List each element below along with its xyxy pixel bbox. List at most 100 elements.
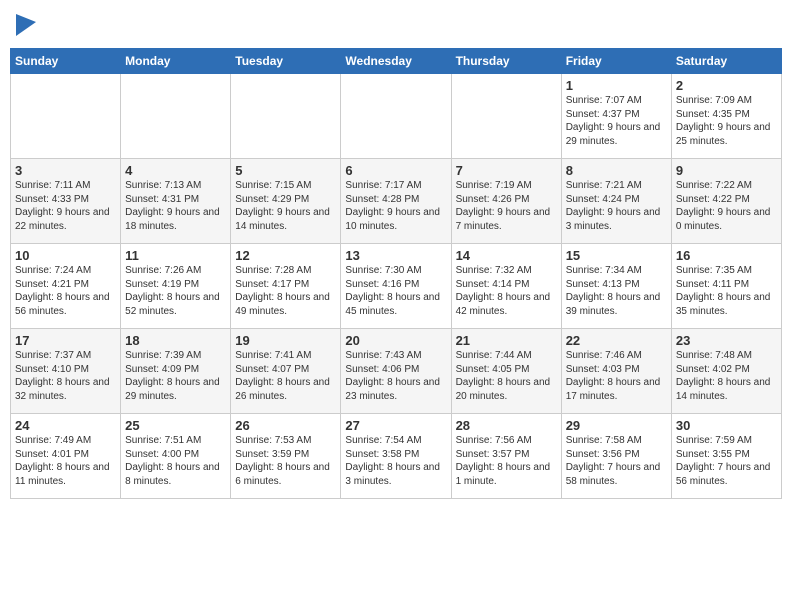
day-info: Sunrise: 7:53 AM Sunset: 3:59 PM Dayligh… <box>235 434 336 488</box>
calendar-cell: 22Sunrise: 7:46 AM Sunset: 4:03 PM Dayli… <box>561 329 671 414</box>
day-info: Sunrise: 7:30 AM Sunset: 4:16 PM Dayligh… <box>345 264 446 318</box>
calendar-cell: 8Sunrise: 7:21 AM Sunset: 4:24 PM Daylig… <box>561 159 671 244</box>
day-info: Sunrise: 7:48 AM Sunset: 4:02 PM Dayligh… <box>676 349 777 403</box>
day-info: Sunrise: 7:46 AM Sunset: 4:03 PM Dayligh… <box>566 349 667 403</box>
day-number: 1 <box>566 78 667 93</box>
day-info: Sunrise: 7:35 AM Sunset: 4:11 PM Dayligh… <box>676 264 777 318</box>
calendar-cell: 26Sunrise: 7:53 AM Sunset: 3:59 PM Dayli… <box>231 414 341 499</box>
day-info: Sunrise: 7:43 AM Sunset: 4:06 PM Dayligh… <box>345 349 446 403</box>
day-number: 8 <box>566 163 667 178</box>
calendar-cell <box>11 74 121 159</box>
calendar-cell <box>231 74 341 159</box>
calendar-cell: 21Sunrise: 7:44 AM Sunset: 4:05 PM Dayli… <box>451 329 561 414</box>
day-number: 2 <box>676 78 777 93</box>
calendar-cell: 16Sunrise: 7:35 AM Sunset: 4:11 PM Dayli… <box>671 244 781 329</box>
calendar-cell: 15Sunrise: 7:34 AM Sunset: 4:13 PM Dayli… <box>561 244 671 329</box>
day-number: 11 <box>125 248 226 263</box>
day-info: Sunrise: 7:17 AM Sunset: 4:28 PM Dayligh… <box>345 179 446 233</box>
calendar-cell: 11Sunrise: 7:26 AM Sunset: 4:19 PM Dayli… <box>121 244 231 329</box>
day-info: Sunrise: 7:24 AM Sunset: 4:21 PM Dayligh… <box>15 264 116 318</box>
day-info: Sunrise: 7:41 AM Sunset: 4:07 PM Dayligh… <box>235 349 336 403</box>
day-number: 5 <box>235 163 336 178</box>
calendar-cell: 24Sunrise: 7:49 AM Sunset: 4:01 PM Dayli… <box>11 414 121 499</box>
calendar-cell: 19Sunrise: 7:41 AM Sunset: 4:07 PM Dayli… <box>231 329 341 414</box>
day-number: 22 <box>566 333 667 348</box>
calendar-cell: 4Sunrise: 7:13 AM Sunset: 4:31 PM Daylig… <box>121 159 231 244</box>
day-info: Sunrise: 7:44 AM Sunset: 4:05 PM Dayligh… <box>456 349 557 403</box>
day-info: Sunrise: 7:49 AM Sunset: 4:01 PM Dayligh… <box>15 434 116 488</box>
weekday-header-sunday: Sunday <box>11 49 121 74</box>
calendar-cell <box>121 74 231 159</box>
calendar-cell <box>451 74 561 159</box>
calendar-cell: 2Sunrise: 7:09 AM Sunset: 4:35 PM Daylig… <box>671 74 781 159</box>
day-info: Sunrise: 7:13 AM Sunset: 4:31 PM Dayligh… <box>125 179 226 233</box>
calendar-week-2: 3Sunrise: 7:11 AM Sunset: 4:33 PM Daylig… <box>11 159 782 244</box>
calendar-cell: 10Sunrise: 7:24 AM Sunset: 4:21 PM Dayli… <box>11 244 121 329</box>
weekday-header-thursday: Thursday <box>451 49 561 74</box>
calendar-table: SundayMondayTuesdayWednesdayThursdayFrid… <box>10 48 782 499</box>
day-info: Sunrise: 7:26 AM Sunset: 4:19 PM Dayligh… <box>125 264 226 318</box>
day-number: 3 <box>15 163 116 178</box>
logo-icon <box>16 14 36 36</box>
calendar-cell: 28Sunrise: 7:56 AM Sunset: 3:57 PM Dayli… <box>451 414 561 499</box>
weekday-header-saturday: Saturday <box>671 49 781 74</box>
calendar-cell <box>341 74 451 159</box>
weekday-header-friday: Friday <box>561 49 671 74</box>
day-number: 19 <box>235 333 336 348</box>
day-info: Sunrise: 7:34 AM Sunset: 4:13 PM Dayligh… <box>566 264 667 318</box>
calendar-week-5: 24Sunrise: 7:49 AM Sunset: 4:01 PM Dayli… <box>11 414 782 499</box>
day-info: Sunrise: 7:07 AM Sunset: 4:37 PM Dayligh… <box>566 94 667 148</box>
calendar-week-1: 1Sunrise: 7:07 AM Sunset: 4:37 PM Daylig… <box>11 74 782 159</box>
day-info: Sunrise: 7:54 AM Sunset: 3:58 PM Dayligh… <box>345 434 446 488</box>
day-info: Sunrise: 7:56 AM Sunset: 3:57 PM Dayligh… <box>456 434 557 488</box>
day-info: Sunrise: 7:37 AM Sunset: 4:10 PM Dayligh… <box>15 349 116 403</box>
day-number: 9 <box>676 163 777 178</box>
calendar-cell: 14Sunrise: 7:32 AM Sunset: 4:14 PM Dayli… <box>451 244 561 329</box>
day-number: 4 <box>125 163 226 178</box>
calendar-cell: 13Sunrise: 7:30 AM Sunset: 4:16 PM Dayli… <box>341 244 451 329</box>
day-number: 24 <box>15 418 116 433</box>
header <box>10 10 782 40</box>
calendar-week-3: 10Sunrise: 7:24 AM Sunset: 4:21 PM Dayli… <box>11 244 782 329</box>
day-info: Sunrise: 7:32 AM Sunset: 4:14 PM Dayligh… <box>456 264 557 318</box>
day-info: Sunrise: 7:15 AM Sunset: 4:29 PM Dayligh… <box>235 179 336 233</box>
calendar-cell: 1Sunrise: 7:07 AM Sunset: 4:37 PM Daylig… <box>561 74 671 159</box>
weekday-header-wednesday: Wednesday <box>341 49 451 74</box>
day-number: 18 <box>125 333 226 348</box>
calendar-cell: 5Sunrise: 7:15 AM Sunset: 4:29 PM Daylig… <box>231 159 341 244</box>
day-info: Sunrise: 7:58 AM Sunset: 3:56 PM Dayligh… <box>566 434 667 488</box>
calendar-cell: 3Sunrise: 7:11 AM Sunset: 4:33 PM Daylig… <box>11 159 121 244</box>
calendar-cell: 29Sunrise: 7:58 AM Sunset: 3:56 PM Dayli… <box>561 414 671 499</box>
day-info: Sunrise: 7:19 AM Sunset: 4:26 PM Dayligh… <box>456 179 557 233</box>
calendar-cell: 30Sunrise: 7:59 AM Sunset: 3:55 PM Dayli… <box>671 414 781 499</box>
day-number: 16 <box>676 248 777 263</box>
day-info: Sunrise: 7:28 AM Sunset: 4:17 PM Dayligh… <box>235 264 336 318</box>
calendar-cell: 12Sunrise: 7:28 AM Sunset: 4:17 PM Dayli… <box>231 244 341 329</box>
day-number: 27 <box>345 418 446 433</box>
weekday-header-monday: Monday <box>121 49 231 74</box>
day-info: Sunrise: 7:11 AM Sunset: 4:33 PM Dayligh… <box>15 179 116 233</box>
day-number: 23 <box>676 333 777 348</box>
day-number: 15 <box>566 248 667 263</box>
calendar-cell: 6Sunrise: 7:17 AM Sunset: 4:28 PM Daylig… <box>341 159 451 244</box>
calendar-cell: 7Sunrise: 7:19 AM Sunset: 4:26 PM Daylig… <box>451 159 561 244</box>
day-number: 14 <box>456 248 557 263</box>
day-number: 21 <box>456 333 557 348</box>
day-number: 30 <box>676 418 777 433</box>
day-number: 12 <box>235 248 336 263</box>
day-number: 25 <box>125 418 226 433</box>
day-number: 20 <box>345 333 446 348</box>
day-number: 28 <box>456 418 557 433</box>
day-number: 29 <box>566 418 667 433</box>
day-info: Sunrise: 7:51 AM Sunset: 4:00 PM Dayligh… <box>125 434 226 488</box>
day-number: 10 <box>15 248 116 263</box>
day-number: 26 <box>235 418 336 433</box>
day-info: Sunrise: 7:09 AM Sunset: 4:35 PM Dayligh… <box>676 94 777 148</box>
logo <box>10 10 40 40</box>
day-info: Sunrise: 7:39 AM Sunset: 4:09 PM Dayligh… <box>125 349 226 403</box>
day-number: 7 <box>456 163 557 178</box>
weekday-header-tuesday: Tuesday <box>231 49 341 74</box>
day-number: 6 <box>345 163 446 178</box>
calendar-cell: 20Sunrise: 7:43 AM Sunset: 4:06 PM Dayli… <box>341 329 451 414</box>
day-info: Sunrise: 7:21 AM Sunset: 4:24 PM Dayligh… <box>566 179 667 233</box>
